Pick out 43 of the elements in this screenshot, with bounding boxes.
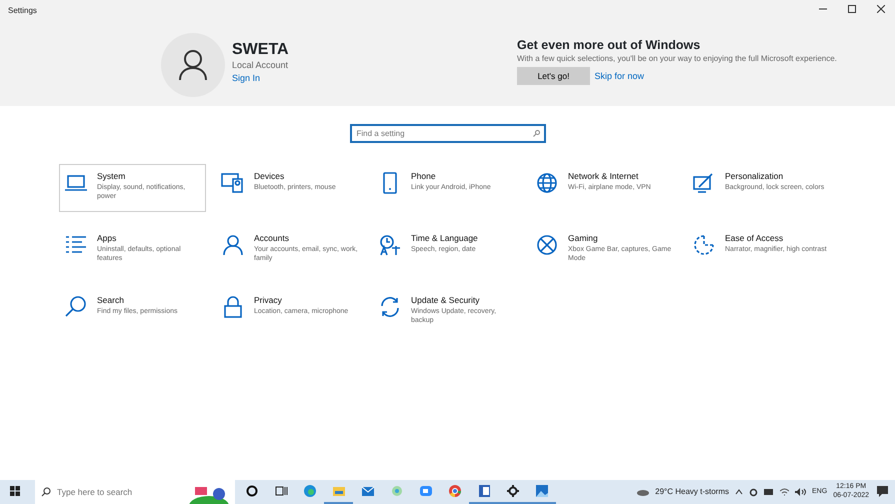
category-title: Time & Language [411, 233, 478, 244]
search-icon [64, 295, 88, 319]
close-icon [876, 5, 884, 13]
category-title: Search [97, 295, 125, 306]
search-icon [41, 487, 51, 497]
category-title: Ease of Access [725, 233, 784, 244]
sign-in-link[interactable]: Sign In [232, 73, 260, 84]
chevron-up-icon[interactable] [735, 489, 744, 495]
category-title: Devices [254, 171, 286, 182]
xbox-icon [535, 233, 559, 257]
taskbar-search-field[interactable]: Type here to search [35, 480, 235, 504]
sync-icon [378, 295, 402, 319]
category-title: Gaming [568, 233, 599, 244]
promo-title: Get even more out of Windows [517, 38, 702, 53]
accessibility-icon [692, 233, 716, 257]
person-icon [221, 233, 245, 257]
category-title: Update & Security [411, 295, 481, 306]
skip-link[interactable]: Skip for now [594, 70, 644, 83]
category-title: Phone [411, 171, 437, 182]
category-title: Personalization [725, 171, 784, 182]
window-title: Settings [8, 5, 37, 17]
category-title: Accounts [254, 233, 290, 244]
lets-go-button[interactable]: Let's go! [517, 67, 590, 86]
account-type: Local Account [232, 58, 290, 72]
cloud-icon [637, 488, 650, 496]
maximize-icon [848, 5, 856, 13]
promo-text: With a few quick selections, you'll be on your way to enjoying the full Microsoft experience. [517, 53, 837, 65]
category-title: Privacy [254, 295, 283, 306]
globe-icon [535, 171, 559, 195]
category-title: Network & Internet [568, 171, 640, 182]
windows-logo-icon [10, 486, 20, 496]
clock-language-icon [378, 233, 402, 257]
search-field[interactable]: Find a setting [350, 124, 546, 143]
notification-icon[interactable] [877, 486, 889, 498]
category-title: Apps [97, 233, 118, 244]
category-title: System [97, 171, 126, 182]
user-name: SWETA [232, 41, 290, 59]
battery-icon[interactable] [764, 489, 774, 495]
volume-icon[interactable] [795, 488, 806, 496]
weather-text: 29°C Heavy t-storms [655, 486, 730, 498]
lock-icon [221, 295, 245, 319]
wifi-icon[interactable] [780, 488, 790, 496]
search-icon [532, 130, 540, 137]
